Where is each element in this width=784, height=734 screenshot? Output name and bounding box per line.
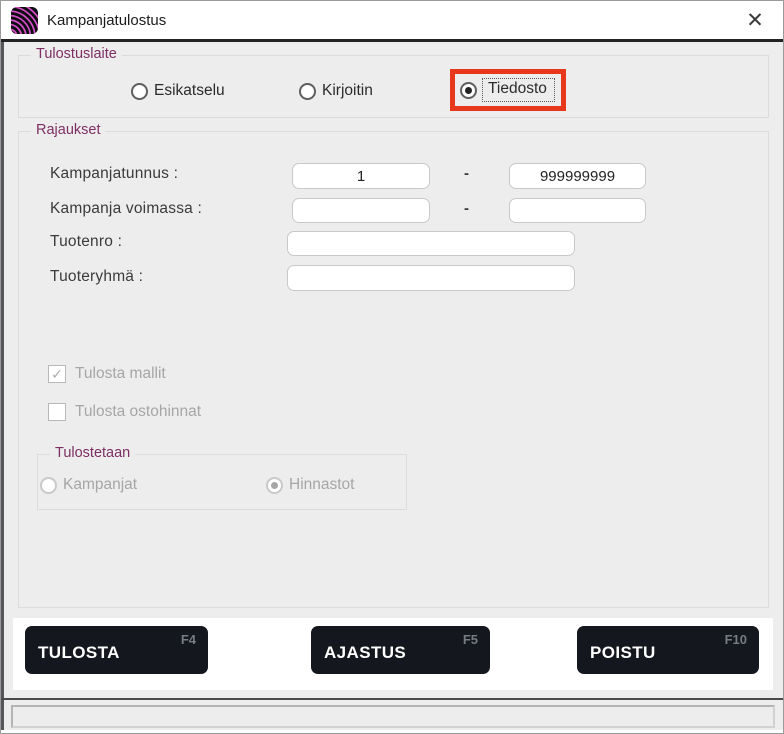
radio-circle-kirjoitin[interactable] <box>299 83 316 100</box>
dialog-kampanjatulostus: Kampanjatulostus ✕ Tulostuslaite Esikats… <box>0 0 784 734</box>
label-kampanjatunnus: Kampanjatunnus : <box>50 165 178 183</box>
radio-label-kirjoitin: Kirjoitin <box>322 82 373 100</box>
input-kampanjatunnus-to[interactable] <box>509 163 646 189</box>
ajastus-fkey: F5 <box>463 632 478 647</box>
radio-label-kampanjat: Kampanjat <box>63 476 137 494</box>
radio-label-esikatselu: Esikatselu <box>154 82 225 100</box>
app-logo-icon <box>11 7 38 34</box>
checkbox-tulosta-ostohinnat: Tulosta ostohinnat <box>48 403 201 421</box>
radio-circle-hinnastot <box>266 477 283 494</box>
radio-esikatselu[interactable]: Esikatselu <box>131 82 225 100</box>
radio-label-tiedosto[interactable]: Tiedosto <box>482 78 555 102</box>
input-voimassa-from[interactable] <box>292 198 430 223</box>
ajastus-button-label: AJASTUS <box>324 643 406 663</box>
statusbar-divider <box>1 698 784 700</box>
checkbox-box-tulosta-ostohinnat <box>48 403 66 421</box>
label-kampanja-voimassa: Kampanja voimassa : <box>50 200 202 218</box>
radio-circle-esikatselu[interactable] <box>131 83 148 100</box>
checkbox-box-tulosta-mallit: ✓ <box>48 365 66 383</box>
window-bottom-edge <box>1 730 784 734</box>
group-rajaukset: Rajaukset Kampanjatunnus : - Kampanja vo… <box>18 131 769 608</box>
highlight-box-tiedosto: Tiedosto <box>450 69 566 111</box>
window-title: Kampanjatulostus <box>47 12 166 29</box>
group-label-tulostetaan: Tulostetaan <box>50 445 135 461</box>
range-separator-2: - <box>464 200 469 217</box>
checkbox-label-tulosta-ostohinnat: Tulosta ostohinnat <box>75 403 201 421</box>
ajastus-button[interactable]: AJASTUS F5 <box>311 626 490 674</box>
status-bar <box>11 705 775 728</box>
close-icon[interactable]: ✕ <box>739 6 771 34</box>
checkbox-label-tulosta-mallit: Tulosta mallit <box>75 365 166 383</box>
poistu-fkey: F10 <box>725 632 747 647</box>
group-tulostetaan: Tulostetaan Kampanjat Hinnastot <box>37 454 407 510</box>
radio-kampanjat: Kampanjat <box>40 476 137 494</box>
group-label-rajaukset: Rajaukset <box>31 122 105 138</box>
tulosta-button-label: TULOSTA <box>38 643 120 663</box>
radio-kirjoitin[interactable]: Kirjoitin <box>299 82 373 100</box>
group-label-tulostuslaite: Tulostuslaite <box>31 46 122 62</box>
input-kampanjatunnus-from[interactable] <box>292 163 430 189</box>
input-voimassa-to[interactable] <box>509 198 646 223</box>
poistu-button[interactable]: POISTU F10 <box>577 626 759 674</box>
input-tuoteryhma[interactable] <box>287 265 575 291</box>
poistu-button-label: POISTU <box>590 643 656 663</box>
label-tuoteryhma: Tuoteryhmä : <box>50 268 143 286</box>
checkbox-tulosta-mallit: ✓ Tulosta mallit <box>48 365 166 383</box>
radio-hinnastot: Hinnastot <box>266 476 354 494</box>
title-bar: Kampanjatulostus ✕ <box>1 1 784 42</box>
radio-circle-tiedosto[interactable] <box>460 82 477 99</box>
label-tuotenro: Tuotenro : <box>50 233 122 251</box>
tulosta-button[interactable]: TULOSTA F4 <box>25 626 208 674</box>
tulosta-fkey: F4 <box>181 632 196 647</box>
group-tulostuslaite: Tulostuslaite Esikatselu Kirjoitin Tiedo… <box>18 55 769 118</box>
radio-circle-kampanjat <box>40 477 57 494</box>
range-separator-1: - <box>464 165 469 182</box>
radio-label-hinnastot: Hinnastot <box>289 476 354 494</box>
input-tuotenro[interactable] <box>287 231 575 256</box>
